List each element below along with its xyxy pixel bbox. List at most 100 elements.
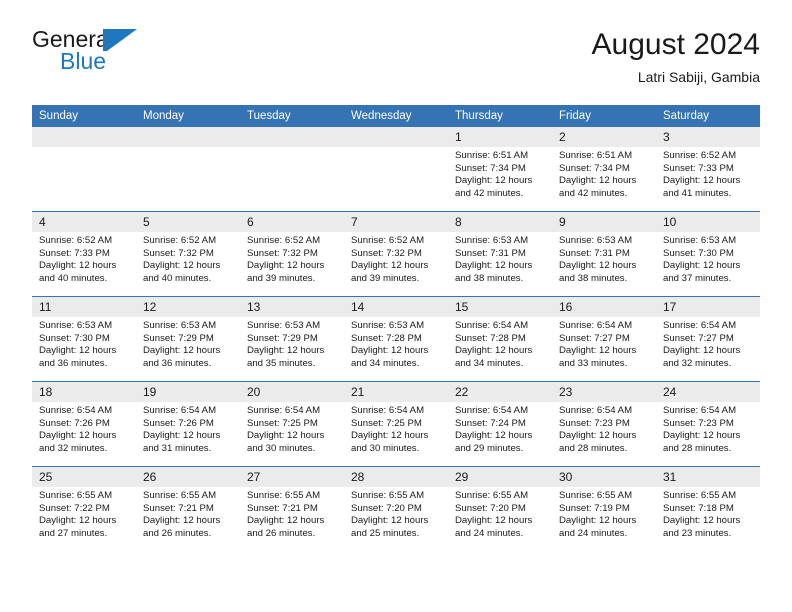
day-number: 30: [552, 467, 656, 487]
calendar-day-cell[interactable]: 26 Sunrise: 6:55 AM Sunset: 7:21 PM Dayligh…: [136, 466, 240, 551]
sunrise-text: Sunrise: 6:53 AM: [663, 235, 737, 246]
sunset-text: Sunset: 7:28 PM: [351, 332, 422, 344]
calendar-day-cell[interactable]: 16 Sunrise: 6:54 AM Sunset: 7:27 PM Dayligh…: [552, 296, 656, 382]
day-number: 25: [32, 467, 136, 487]
day-details: Sunrise: 6:53 AM Sunset: 7:31 PM Daylight:…: [552, 232, 656, 285]
page-header: General Blue August 2024 Latri Sabiji, G…: [32, 26, 760, 98]
sunset-text: Sunset: 7:25 PM: [247, 417, 318, 429]
calendar-day-cell[interactable]: 19 Sunrise: 6:54 AM Sunset: 7:26 PM Dayligh…: [136, 381, 240, 467]
daylight-text: Daylight: 12 hours and 26 minutes.: [247, 515, 325, 539]
sunrise-text: Sunrise: 6:55 AM: [247, 490, 321, 501]
day-details: Sunrise: 6:55 AM Sunset: 7:22 PM Daylight:…: [32, 487, 136, 540]
day-details: Sunrise: 6:52 AM Sunset: 7:33 PM Daylight:…: [32, 232, 136, 285]
title-block: August 2024 Latri Sabiji, Gambia: [592, 26, 760, 87]
day-details: Sunrise: 6:54 AM Sunset: 7:25 PM Daylight:…: [240, 402, 344, 455]
calendar-day-cell[interactable]: 6 Sunrise: 6:52 AM Sunset: 7:32 PM Daylight…: [240, 211, 344, 297]
day-details: Sunrise: 6:54 AM Sunset: 7:23 PM Daylight:…: [552, 402, 656, 455]
sunrise-text: Sunrise: 6:52 AM: [143, 235, 217, 246]
day-details: Sunrise: 6:53 AM Sunset: 7:30 PM Daylight:…: [656, 232, 760, 285]
calendar-day-cell[interactable]: 31 Sunrise: 6:55 AM Sunset: 7:18 PM Dayligh…: [656, 466, 760, 551]
daylight-text: Daylight: 12 hours and 30 minutes.: [351, 430, 429, 454]
calendar-day-cell[interactable]: 29 Sunrise: 6:55 AM Sunset: 7:20 PM Dayligh…: [448, 466, 552, 551]
sunset-text: Sunset: 7:25 PM: [351, 417, 422, 429]
day-number: 16: [552, 297, 656, 317]
day-number: 1: [448, 127, 552, 147]
sunset-text: Sunset: 7:27 PM: [559, 332, 630, 344]
day-details: Sunrise: 6:53 AM Sunset: 7:31 PM Daylight:…: [448, 232, 552, 285]
calendar-week-row: 4 Sunrise: 6:52 AM Sunset: 7:33 PM Daylight…: [32, 211, 760, 297]
day-details: Sunrise: 6:54 AM Sunset: 7:27 PM Daylight:…: [552, 317, 656, 370]
sunset-text: Sunset: 7:29 PM: [247, 332, 318, 344]
sunrise-text: Sunrise: 6:54 AM: [455, 405, 529, 416]
daylight-text: Daylight: 12 hours and 23 minutes.: [663, 515, 741, 539]
day-number: 6: [240, 212, 344, 232]
day-number: [240, 127, 344, 147]
day-number: 4: [32, 212, 136, 232]
day-details: Sunrise: 6:55 AM Sunset: 7:21 PM Daylight:…: [240, 487, 344, 540]
sunset-text: Sunset: 7:32 PM: [247, 247, 318, 259]
calendar-day-cell[interactable]: 15 Sunrise: 6:54 AM Sunset: 7:28 PM Dayligh…: [448, 296, 552, 382]
sunrise-text: Sunrise: 6:53 AM: [351, 320, 425, 331]
calendar-day-cell[interactable]: 9 Sunrise: 6:53 AM Sunset: 7:31 PM Daylight…: [552, 211, 656, 297]
calendar-day-cell[interactable]: 20 Sunrise: 6:54 AM Sunset: 7:25 PM Dayligh…: [240, 381, 344, 467]
calendar-day-cell[interactable]: 14 Sunrise: 6:53 AM Sunset: 7:28 PM Dayligh…: [344, 296, 448, 382]
calendar-day-cell[interactable]: 21 Sunrise: 6:54 AM Sunset: 7:25 PM Dayligh…: [344, 381, 448, 467]
brand-logo[interactable]: General Blue: [32, 26, 292, 86]
page-title: August 2024: [591, 28, 760, 61]
calendar-day-cell[interactable]: 13 Sunrise: 6:53 AM Sunset: 7:29 PM Dayligh…: [240, 296, 344, 382]
calendar-day-cell[interactable]: 18 Sunrise: 6:54 AM Sunset: 7:26 PM Dayligh…: [32, 381, 136, 467]
sunset-text: Sunset: 7:32 PM: [143, 247, 214, 259]
daylight-text: Daylight: 12 hours and 33 minutes.: [559, 345, 637, 369]
calendar-day-cell[interactable]: 25 Sunrise: 6:55 AM Sunset: 7:22 PM Dayligh…: [32, 466, 136, 551]
calendar-day-cell[interactable]: 17 Sunrise: 6:54 AM Sunset: 7:27 PM Dayligh…: [656, 296, 760, 382]
day-details: Sunrise: 6:53 AM Sunset: 7:30 PM Daylight:…: [32, 317, 136, 370]
day-number: 26: [136, 467, 240, 487]
daylight-text: Daylight: 12 hours and 36 minutes.: [143, 345, 221, 369]
calendar-day-cell[interactable]: 28 Sunrise: 6:55 AM Sunset: 7:20 PM Dayligh…: [344, 466, 448, 551]
day-details: Sunrise: 6:54 AM Sunset: 7:27 PM Daylight:…: [656, 317, 760, 370]
daylight-text: Daylight: 12 hours and 26 minutes.: [143, 515, 221, 539]
day-number: 14: [344, 297, 448, 317]
calendar-day-cell[interactable]: 10 Sunrise: 6:53 AM Sunset: 7:30 PM Dayligh…: [656, 211, 760, 297]
sunrise-text: Sunrise: 6:52 AM: [39, 235, 113, 246]
sunset-text: Sunset: 7:18 PM: [663, 502, 734, 514]
calendar-week-row: 11 Sunrise: 6:53 AM Sunset: 7:30 PM Dayligh…: [32, 296, 760, 382]
sunset-text: Sunset: 7:26 PM: [143, 417, 214, 429]
daylight-text: Daylight: 12 hours and 30 minutes.: [247, 430, 325, 454]
calendar-day-cell[interactable]: 2 Sunrise: 6:51 AM Sunset: 7:34 PM Daylight…: [552, 127, 656, 212]
calendar-day-cell[interactable]: 4 Sunrise: 6:52 AM Sunset: 7:33 PM Daylight…: [32, 211, 136, 297]
calendar-day-cell[interactable]: 24 Sunrise: 6:54 AM Sunset: 7:23 PM Dayligh…: [656, 381, 760, 467]
sunrise-text: Sunrise: 6:52 AM: [351, 235, 425, 246]
weekday-header-sunday: Sunday: [32, 105, 136, 127]
sunset-text: Sunset: 7:28 PM: [455, 332, 526, 344]
calendar-day-cell[interactable]: 30 Sunrise: 6:55 AM Sunset: 7:19 PM Dayligh…: [552, 466, 656, 551]
day-number: [344, 127, 448, 147]
day-number: 20: [240, 382, 344, 402]
sunset-text: Sunset: 7:32 PM: [351, 247, 422, 259]
sunrise-text: Sunrise: 6:55 AM: [455, 490, 529, 501]
weekday-header-wednesday: Wednesday: [344, 105, 448, 127]
calendar-day-cell[interactable]: 5 Sunrise: 6:52 AM Sunset: 7:32 PM Daylight…: [136, 211, 240, 297]
day-number: 5: [136, 212, 240, 232]
sunrise-text: Sunrise: 6:52 AM: [663, 150, 737, 161]
sunset-text: Sunset: 7:23 PM: [559, 417, 630, 429]
calendar-day-cell[interactable]: 7 Sunrise: 6:52 AM Sunset: 7:32 PM Daylight…: [344, 211, 448, 297]
sunrise-text: Sunrise: 6:53 AM: [39, 320, 113, 331]
calendar-day-cell[interactable]: 3 Sunrise: 6:52 AM Sunset: 7:33 PM Daylight…: [656, 127, 760, 212]
calendar-day-cell[interactable]: 1 Sunrise: 6:51 AM Sunset: 7:34 PM Daylight…: [448, 127, 552, 212]
sunrise-text: Sunrise: 6:54 AM: [663, 405, 737, 416]
day-details: Sunrise: 6:53 AM Sunset: 7:29 PM Daylight:…: [136, 317, 240, 370]
day-details: Sunrise: 6:54 AM Sunset: 7:24 PM Daylight:…: [448, 402, 552, 455]
sunset-text: Sunset: 7:21 PM: [143, 502, 214, 514]
sunrise-text: Sunrise: 6:54 AM: [351, 405, 425, 416]
daylight-text: Daylight: 12 hours and 27 minutes.: [39, 515, 117, 539]
calendar-day-cell[interactable]: 12 Sunrise: 6:53 AM Sunset: 7:29 PM Dayligh…: [136, 296, 240, 382]
calendar-day-cell-empty: [344, 127, 448, 212]
calendar-day-cell[interactable]: 11 Sunrise: 6:53 AM Sunset: 7:30 PM Dayligh…: [32, 296, 136, 382]
sunset-text: Sunset: 7:31 PM: [455, 247, 526, 259]
calendar-day-cell[interactable]: 27 Sunrise: 6:55 AM Sunset: 7:21 PM Dayligh…: [240, 466, 344, 551]
daylight-text: Daylight: 12 hours and 24 minutes.: [559, 515, 637, 539]
calendar-day-cell[interactable]: 23 Sunrise: 6:54 AM Sunset: 7:23 PM Dayligh…: [552, 381, 656, 467]
calendar-day-cell[interactable]: 22 Sunrise: 6:54 AM Sunset: 7:24 PM Dayligh…: [448, 381, 552, 467]
calendar-day-cell[interactable]: 8 Sunrise: 6:53 AM Sunset: 7:31 PM Daylight…: [448, 211, 552, 297]
